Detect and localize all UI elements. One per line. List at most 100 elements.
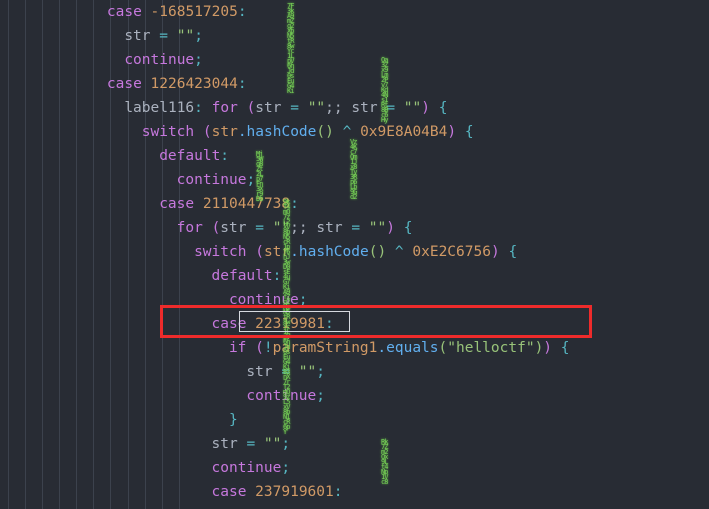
code-token: { [438,100,448,116]
code-token: label116 [124,100,195,116]
code-token: default [211,268,273,284]
code-token: 2231998 [255,316,317,332]
code-token: case [106,4,151,20]
code-token: continue [228,292,299,308]
code-line[interactable]: continue; [0,288,709,312]
code-line[interactable]: case 22319981: [0,312,709,336]
code-token: 1 [316,316,326,332]
code-line[interactable]: case 237919601: [0,480,709,504]
code-line[interactable]: continue; [0,456,709,480]
code-token: equals [386,340,439,356]
code-token: ( [255,244,264,260]
code-token: = [159,28,168,44]
code-line[interactable]: str = ""; [0,24,709,48]
code-token: "" [272,220,291,236]
code-token: for [211,100,238,116]
code-token: hashCode [298,244,369,260]
code-line[interactable]: label116: for (str = "";; str = "") { [0,96,709,120]
code-line[interactable]: switch (str.hashCode() ^ 0xE2C6756) { [0,240,709,264]
code-line[interactable]: continue; [0,168,709,192]
code-token: ; [281,460,291,476]
code-line[interactable]: if (!paramString1.equals("helloctf")) { [0,336,709,360]
code-token: . [377,340,387,356]
code-token: case [106,76,151,92]
code-token: continue [246,388,317,404]
code-token: ) [543,340,553,356]
code-line[interactable]: for (str = "";; str = "") { [0,216,709,240]
code-token: case [159,196,203,212]
code-token: ; [194,52,203,68]
code-token: ;; [325,100,352,116]
code-token: "" [368,220,387,236]
code-line[interactable]: str = ""; [0,360,709,384]
code-token: { [560,340,570,356]
code-token: if [228,340,247,356]
code-token: 211044773 [202,196,282,212]
code-token: str [220,220,247,236]
code-token: ( [246,100,256,116]
code-token: ( [255,340,264,356]
code-token: ; [281,436,291,452]
code-token: for [176,220,203,236]
code-token: 0x9E8A04B4 [360,124,448,140]
code-token: ! [263,340,273,356]
code-token: switch [141,124,195,140]
code-line[interactable]: default: [0,144,709,168]
code-token: ^ [394,244,404,260]
code-token: ( [438,340,448,356]
code-token: = [351,220,361,236]
code-line[interactable]: switch (str.hashCode() ^ 0x9E8A04B4) { [0,120,709,144]
code-token: { [403,220,413,236]
code-token: str [124,28,151,44]
code-line[interactable]: continue; [0,48,709,72]
code-token: : [333,484,343,500]
code-token: . [237,124,247,140]
code-token: switch [194,244,247,260]
code-token: ) [490,244,500,260]
code-token: "" [403,100,422,116]
code-line[interactable]: case 2110447738: [0,192,709,216]
code-token: ; [246,172,256,188]
code-content[interactable]: case -168517205: str = ""; continue; case 1… [0,0,709,509]
code-token: "helloctf" [447,340,535,356]
code-token: ) [421,100,430,116]
code-token: paramString1 [272,340,378,356]
code-token: 5 [185,4,195,20]
code-line[interactable]: default: [0,264,709,288]
code-token: : [237,76,247,92]
code-token: str [316,220,343,236]
code-line[interactable]: case -168517205: [0,0,709,24]
code-token: . [290,244,299,260]
code-token: "" [176,28,195,44]
code-line[interactable]: str = ""; [0,504,709,509]
code-token: 17205 [194,4,238,20]
code-line[interactable]: continue; [0,384,709,408]
code-line[interactable]: str = ""; [0,432,709,456]
code-token: case [211,316,256,332]
code-token: : [220,148,230,164]
code-token: 0xE2C6756 [412,244,491,260]
code-token: 8 [281,196,291,212]
code-token: ; [194,28,203,44]
code-token: ;; [290,220,317,236]
code-line[interactable]: } [0,408,709,432]
code-token: continue [124,52,195,68]
code-line[interactable]: case 1226423044: [0,72,709,96]
code-token: () [368,244,387,260]
